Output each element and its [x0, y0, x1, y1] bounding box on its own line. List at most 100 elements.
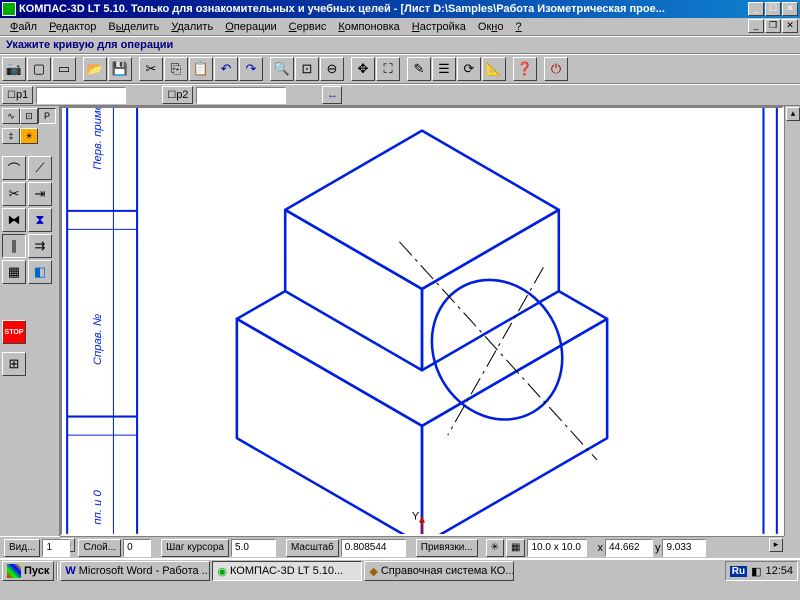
redo-icon[interactable]: ↷ [239, 57, 263, 81]
hint-bar: Укажите кривую для операции [0, 36, 800, 54]
grid-toggle-icon[interactable]: ▦ [506, 539, 525, 557]
task-word[interactable]: WMicrosoft Word - Работа ... [60, 561, 210, 581]
measure-icon[interactable]: 📐 [482, 57, 506, 81]
system-tray: Ru ◧ 12:54 [725, 561, 798, 581]
vertical-scrollbar[interactable]: ▴ [784, 106, 800, 536]
tray-icon[interactable]: ◧ [751, 565, 761, 578]
p2-button[interactable]: ☐p2 [162, 86, 193, 104]
status-bar: Вид... 1 Слой... 0 Шаг курсора 5.0 Масшт… [0, 536, 800, 558]
new-sheet-icon[interactable]: ▢ [27, 57, 51, 81]
main-toolbar: 📷 ▢ ▭ 📂 💾 ✂ ⎘ 📋 ↶ ↷ 🔍 ⊡ ⊖ ✥ ⛶ ✎ ☰ ⟳ 📐 ❓ … [0, 54, 800, 84]
clock[interactable]: 12:54 [765, 565, 793, 577]
y-field: 9.033 [662, 539, 706, 557]
menu-help[interactable]: ? [510, 20, 528, 34]
help-icon[interactable]: ❓ [513, 57, 537, 81]
menu-settings[interactable]: Настройка [406, 20, 472, 34]
maximize-button[interactable]: ☐ [765, 2, 781, 16]
frame-label-top: Перв. приме [92, 108, 104, 170]
title-bar: КОМПАС-3D LT 5.10. Только для ознакомите… [0, 0, 800, 18]
exit-icon[interactable]: ⏻ [544, 57, 568, 81]
undo-icon[interactable]: ↶ [214, 57, 238, 81]
stop-button[interactable]: STOP [2, 320, 26, 344]
new-doc-icon[interactable]: ▭ [52, 57, 76, 81]
swap-button[interactable]: ↔ [322, 86, 342, 104]
copy-icon[interactable]: ⎘ [164, 57, 188, 81]
task-help[interactable]: ◆Справочная система КО... [364, 561, 514, 581]
tool-trim-icon[interactable]: ✂ [2, 182, 26, 206]
step-label[interactable]: Шаг курсора [161, 539, 229, 557]
tool-hatch-icon[interactable]: ▦ [2, 260, 26, 284]
tab-d[interactable]: ☀ [20, 128, 38, 144]
auto-create-button[interactable]: ⊞ [2, 352, 26, 376]
task-kompas[interactable]: ◉КОМПАС-3D LT 5.10... [212, 561, 362, 581]
scroll-right-icon[interactable]: ▸ [769, 538, 783, 552]
mdi-minimize-button[interactable]: _ [748, 19, 764, 33]
step-field[interactable]: 5.0 [231, 539, 276, 557]
p2-input[interactable] [196, 87, 286, 104]
layer-field[interactable]: 0 [123, 539, 151, 557]
menu-select[interactable]: Выделить [102, 20, 165, 34]
tool-equidist-icon[interactable]: ∥ [2, 234, 26, 258]
tool-join-icon[interactable]: ⧗ [28, 208, 52, 232]
property-row: ☐p1 ☐p2 ↔ [0, 84, 800, 106]
tool-extend-icon[interactable]: ⇥ [28, 182, 52, 206]
tool-contour-icon[interactable]: ◧ [28, 260, 52, 284]
origin-marker: X Y [412, 510, 462, 533]
word-icon: W [65, 565, 75, 577]
mdi-close-button[interactable]: ✕ [782, 19, 798, 33]
menu-layout[interactable]: Компоновка [332, 20, 405, 34]
menu-editor[interactable]: Редактор [43, 20, 102, 34]
tool-break-icon[interactable]: ⧓ [2, 208, 26, 232]
menu-file[interactable]: Файл [4, 20, 43, 34]
left-toolbar: ∿ ⊡ Р ‡ ☀ ⌒ ⟋ ✂ ⇥ ⧓ ⧗ ∥ ⇉ ▦ ◧ STOP ⊞ [0, 106, 60, 536]
menu-service[interactable]: Сервис [283, 20, 333, 34]
layer-button[interactable]: Слой... [78, 539, 121, 557]
menu-bar: Файл Редактор Выделить Удалить Операции … [0, 18, 800, 36]
snap-toggle-icon[interactable]: ✳ [486, 539, 504, 557]
properties-icon[interactable]: ☰ [432, 57, 456, 81]
scale-field[interactable]: 0.808544 [341, 539, 406, 557]
minimize-button[interactable]: _ [748, 2, 764, 16]
menu-window[interactable]: Окно [472, 20, 510, 34]
view-button[interactable]: Вид... [4, 539, 40, 557]
menu-operations[interactable]: Операции [219, 20, 282, 34]
tool-offset-icon[interactable]: ⇉ [28, 234, 52, 258]
cut-icon[interactable]: ✂ [139, 57, 163, 81]
tool-fillet-icon[interactable]: ⌒ [2, 156, 26, 180]
tab-c[interactable]: ‡ [2, 128, 20, 144]
mdi-restore-button[interactable]: ❐ [765, 19, 781, 33]
fit-icon[interactable]: ⛶ [376, 57, 400, 81]
svg-text:Y: Y [412, 510, 420, 522]
zoom-in-icon[interactable]: 🔍 [270, 57, 294, 81]
tool-chamfer-icon[interactable]: ⟋ [28, 156, 52, 180]
tab-a[interactable]: ∿ [2, 108, 20, 124]
taskbar: Пуск WMicrosoft Word - Работа ... ◉КОМПА… [0, 558, 800, 582]
refresh-icon[interactable]: ⟳ [457, 57, 481, 81]
language-indicator[interactable]: Ru [730, 566, 747, 577]
p1-button[interactable]: ☐p1 [2, 86, 33, 104]
start-button[interactable]: Пуск [2, 561, 54, 581]
drawing-canvas[interactable]: Перв. приме Справ. № пп. и 0 [60, 106, 784, 536]
close-button[interactable]: ✕ [782, 2, 798, 16]
scale-label[interactable]: Масштаб [286, 539, 339, 557]
pan-icon[interactable]: ✥ [351, 57, 375, 81]
edit-icon[interactable]: ✎ [407, 57, 431, 81]
paste-icon[interactable]: 📋 [189, 57, 213, 81]
menu-delete[interactable]: Удалить [165, 20, 219, 34]
scroll-corner [784, 536, 800, 552]
p1-input[interactable] [36, 87, 126, 104]
grid-field[interactable]: 10.0 x 10.0 [527, 539, 587, 557]
open-icon[interactable]: 📂 [83, 57, 107, 81]
zoom-out-icon[interactable]: ⊖ [320, 57, 344, 81]
tab-p[interactable]: Р [38, 108, 56, 124]
view-field[interactable]: 1 [42, 539, 70, 557]
tab-b[interactable]: ⊡ [20, 108, 38, 124]
frame-label-bot: пп. и 0 [92, 489, 104, 524]
windows-icon [7, 564, 21, 578]
snap-button[interactable]: Привязки... [416, 539, 478, 557]
zoom-window-icon[interactable]: ⊡ [295, 57, 319, 81]
camera-icon[interactable]: 📷 [2, 57, 26, 81]
save-icon[interactable]: 💾 [108, 57, 132, 81]
x-label: x [597, 542, 603, 554]
scroll-up-icon[interactable]: ▴ [786, 107, 800, 121]
